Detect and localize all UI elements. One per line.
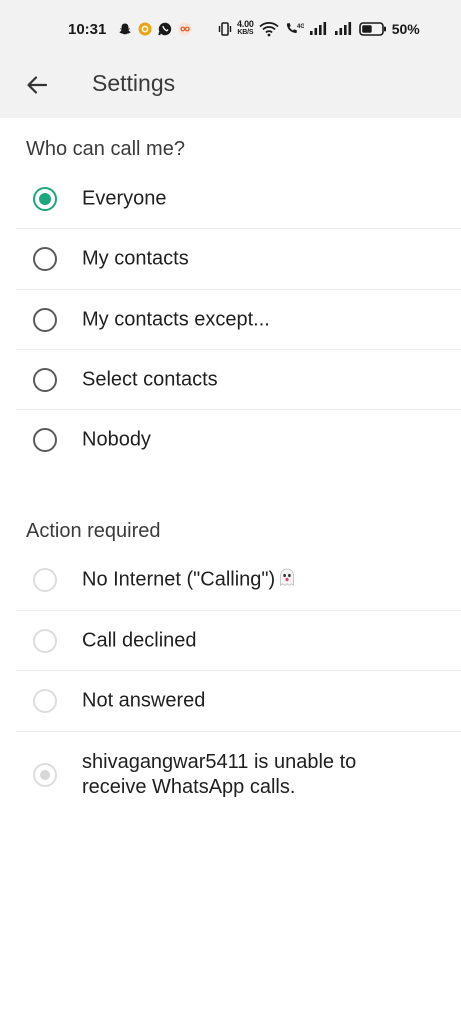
radio-disabled-icon [33,629,57,653]
signal-icon-sim1 [309,21,326,35]
option-label: Not answered [82,689,206,712]
svg-text:4G: 4G [297,24,304,30]
option-label-row: No Internet ("Calling") [82,568,422,593]
signal-icon-sim2 [334,21,351,35]
radio-selected-icon[interactable] [33,187,57,211]
app-bar: Settings [0,62,461,118]
net-speed-value: 4.00 [237,19,254,29]
radio-unselected-icon[interactable] [33,368,57,392]
status-bar: 10:31 4.00 KB/S 4G 50% [0,0,461,62]
radio-disabled-icon [33,568,57,592]
divider [16,731,461,732]
radio-option-select-contacts[interactable]: Select contacts [0,350,461,410]
net-speed-unit: KB/S [237,29,254,36]
option-label: Call declined [82,629,197,652]
net-speed: 4.00 KB/S [237,20,254,37]
radio-option-my-contacts[interactable]: My contacts [0,229,461,289]
arrow-back-icon [27,76,48,94]
option-label: Nobody [82,428,151,451]
radio-option-call-declined: Call declined [0,611,461,671]
ghost-emoji-icon [280,568,295,587]
radio-option-my-contacts-except[interactable]: My contacts except... [0,290,461,350]
snapchat-icon [119,23,131,35]
radio-option-everyone[interactable]: Everyone [0,169,461,229]
battery-percent: 50% [391,20,420,37]
system-icons: 4.00 KB/S 4G 50% [218,20,420,37]
coin-app-icon [138,22,152,36]
notification-icons [118,22,192,36]
back-button[interactable] [22,70,52,100]
radio-unselected-icon[interactable] [33,308,57,332]
section-header-action-required: Action required [26,520,161,542]
radio-option-not-answered: Not answered [0,671,461,731]
option-label: No Internet ("Calling") [82,568,276,591]
option-label: My contacts except... [82,308,270,331]
option-label: Select contacts [82,368,218,391]
option-label: My contacts [82,247,189,270]
glasses-app-icon [178,22,192,36]
radio-unselected-icon[interactable] [33,247,57,271]
radio-option-no-internet: No Internet ("Calling") [0,550,461,610]
volte-call-icon: 4G [286,22,304,33]
section-header-who-can-call: Who can call me? [26,138,185,160]
radio-unselected-icon[interactable] [33,428,57,452]
radio-option-nobody[interactable]: Nobody [0,410,461,470]
radio-disabled-selected-icon [33,763,57,787]
option-label: Everyone [82,187,167,210]
status-time: 10:31 [68,21,107,38]
page-title: Settings [92,70,176,96]
battery-icon [358,21,386,36]
whatsapp-icon [158,22,172,36]
radio-disabled-icon [33,689,57,713]
vibrate-icon [218,21,232,36]
wifi-icon [259,21,279,36]
top-bar: 10:31 4.00 KB/S 4G 50% Settings [0,0,461,118]
radio-option-unable-to-receive: shivagangwar5411 is unable to receive Wh… [0,737,461,813]
option-label: shivagangwar5411 is unable to receive Wh… [82,751,357,798]
